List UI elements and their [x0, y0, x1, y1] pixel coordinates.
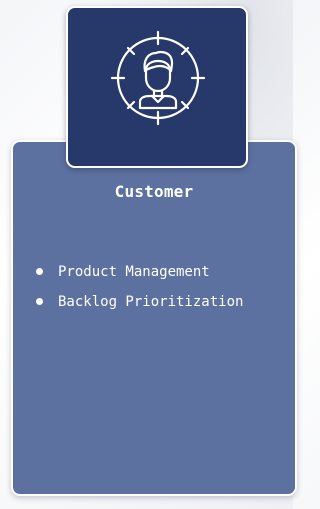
list-item-label: Backlog Prioritization	[58, 294, 244, 310]
list-item: Product Management	[34, 262, 243, 292]
list-item: Backlog Prioritization	[34, 292, 243, 322]
icon-box	[66, 6, 248, 168]
bullet-list: Product Management Backlog Prioritizatio…	[34, 262, 243, 322]
bullet-icon	[36, 298, 43, 305]
bullet-icon	[36, 268, 43, 275]
list-item-label: Product Management	[58, 264, 210, 280]
card-title: Customer	[114, 182, 194, 201]
customer-target-icon	[110, 30, 206, 126]
